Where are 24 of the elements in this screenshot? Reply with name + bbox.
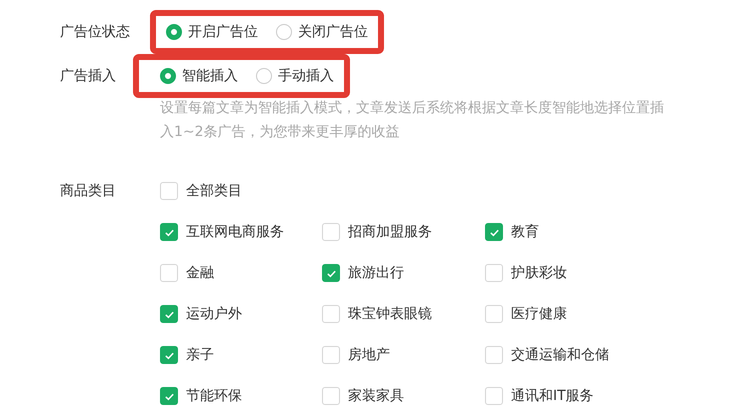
category-checkbox[interactable]: 教育	[485, 221, 665, 243]
radio-option[interactable]: 关闭广告位	[276, 21, 368, 43]
category-checkbox[interactable]: 护肤彩妆	[485, 262, 665, 284]
category-checkbox[interactable]: 房地产	[322, 344, 485, 366]
radio-option[interactable]: 开启广告位	[166, 21, 258, 43]
category-checkbox[interactable]: 通讯和IT服务	[485, 385, 665, 407]
category-checkbox[interactable]: 全部类目	[160, 180, 665, 202]
radio-option[interactable]: 手动插入	[256, 65, 334, 87]
category-checkbox[interactable]: 运动户外	[160, 303, 322, 325]
category-checkbox[interactable]: 家装家具	[322, 385, 485, 407]
field-label: 广告插入	[60, 67, 117, 86]
category-checkbox[interactable]: 节能环保	[160, 385, 322, 407]
category-checkbox[interactable]: 珠宝钟表眼镜	[322, 303, 485, 325]
category-checkbox[interactable]: 亲子	[160, 344, 322, 366]
radio-option[interactable]: 智能插入	[160, 65, 238, 87]
field-label: 广告位状态	[60, 23, 131, 42]
category-checkbox[interactable]: 旅游出行	[322, 262, 485, 284]
category-checkbox[interactable]: 互联网电商服务	[160, 221, 322, 243]
field-label: 商品类目	[60, 182, 117, 201]
hint-text: 设置每篇文章为智能插入模式，文章发送后系统将根据文章长度智能地选择位置插入1~2条广告，为您带来更丰厚的收益	[160, 99, 665, 142]
category-checkbox[interactable]: 医疗健康	[485, 303, 665, 325]
category-checkbox[interactable]: 交通运输和仓储	[485, 344, 665, 366]
category-checkbox[interactable]: 招商加盟服务	[322, 221, 485, 243]
category-checkbox[interactable]: 金融	[160, 262, 322, 284]
